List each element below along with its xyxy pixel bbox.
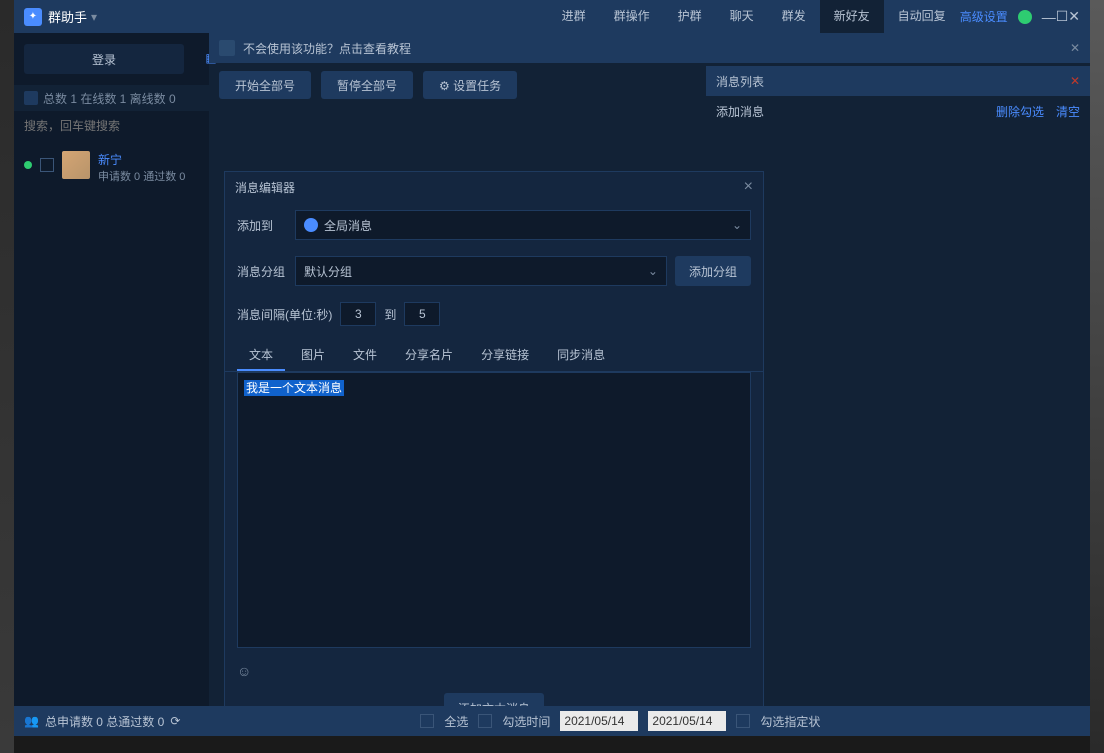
globe-icon[interactable] <box>1018 10 1032 24</box>
help-bar[interactable]: 不会使用该功能？点击查看教程 ✕ <box>209 33 1090 63</box>
emoji-row: ☺ <box>225 656 763 686</box>
interval-from-input[interactable] <box>340 302 376 326</box>
refresh-icon[interactable]: ⟳ <box>170 714 180 728</box>
advanced-settings-link[interactable]: 高级设置 <box>960 8 1008 25</box>
help-icon <box>219 40 235 56</box>
select-state-checkbox[interactable] <box>736 714 750 728</box>
add-to-label: 添加到 <box>237 217 287 234</box>
add-message-link[interactable]: 添加消息 <box>716 103 764 120</box>
message-list-close-icon[interactable]: ✕ <box>1070 74 1080 88</box>
message-list-panel: 消息列表 ✕ 添加消息 删除勾选 清空 <box>706 66 1090 126</box>
interval-to-input[interactable] <box>404 302 440 326</box>
date-from-input[interactable] <box>560 711 638 731</box>
nav-tab-2[interactable]: 护群 <box>664 0 716 33</box>
delete-selected-link[interactable]: 删除勾选 <box>996 103 1044 120</box>
search-input[interactable] <box>24 119 199 133</box>
add-to-row: 添加到 全局消息 ⌄ <box>225 202 763 248</box>
titlebar: ✦ 群助手 ▾ 进群 群操作 护群 聊天 群发 新好友 自动回复 高级设置 — … <box>14 0 1090 33</box>
account-item[interactable]: 新宁 申请数 0 通过数 0 <box>14 141 209 194</box>
sidebar: 登录 ▦ ☁ 总数 1 在线数 1 离线数 0 新宁 申请数 0 通过数 0 <box>14 33 209 736</box>
editor-close-icon[interactable]: × <box>744 178 753 196</box>
stats-text: 总数 1 在线数 1 离线数 0 <box>43 90 176 107</box>
help-text: 不会使用该功能？点击查看教程 <box>243 40 411 57</box>
online-status-icon <box>24 161 32 169</box>
account-substats: 申请数 0 通过数 0 <box>98 168 185 184</box>
message-textarea[interactable]: 我是一个文本消息 <box>237 372 751 648</box>
body-area: 登录 ▦ ☁ 总数 1 在线数 1 离线数 0 新宁 申请数 0 通过数 0 <box>14 33 1090 736</box>
user-stats-icon: 👥 <box>24 714 39 728</box>
message-editor-panel: 消息编辑器 × 添加到 全局消息 ⌄ 消息分组 默认分组 ⌄ 添加分组 <box>224 171 764 731</box>
stats-icon <box>24 91 38 105</box>
interval-row: 消息间隔(单位:秒) 到 <box>225 294 763 334</box>
editor-tab-link[interactable]: 分享链接 <box>469 340 541 371</box>
clear-link[interactable]: 清空 <box>1056 103 1080 120</box>
app-window: ✦ 群助手 ▾ 进群 群操作 护群 聊天 群发 新好友 自动回复 高级设置 — … <box>14 0 1090 736</box>
avatar <box>62 151 90 179</box>
nav-tab-6[interactable]: 自动回复 <box>884 0 960 33</box>
account-name: 新宁 <box>98 151 185 168</box>
search-bar <box>14 111 209 141</box>
bottom-bar: 👥 总申请数 0 总通过数 0 ⟳ 全选 勾选时间 勾选指定状 <box>14 706 1090 736</box>
minimize-button[interactable]: — <box>1042 9 1056 25</box>
message-list-header: 消息列表 ✕ <box>706 66 1090 96</box>
editor-tabs: 文本 图片 文件 分享名片 分享链接 同步消息 <box>225 334 763 372</box>
editor-tab-text[interactable]: 文本 <box>237 340 285 371</box>
group-select[interactable]: 默认分组 ⌄ <box>295 256 667 286</box>
message-list-toolbar: 添加消息 删除勾选 清空 <box>706 96 1090 126</box>
nav-tab-1[interactable]: 群操作 <box>600 0 664 33</box>
maximize-button[interactable]: ☐ <box>1056 8 1069 25</box>
select-time-label: 勾选时间 <box>502 713 550 730</box>
task-settings-button[interactable]: 设置任务 <box>423 71 517 99</box>
account-stats: 总数 1 在线数 1 离线数 0 <box>14 85 209 111</box>
editor-tab-image[interactable]: 图片 <box>289 340 337 371</box>
start-all-button[interactable]: 开始全部号 <box>219 71 311 99</box>
select-state-label: 勾选指定状 <box>760 713 820 730</box>
bottom-stats: 总申请数 0 总通过数 0 <box>45 713 164 730</box>
select-all-checkbox[interactable] <box>420 714 434 728</box>
chevron-down-icon: ⌄ <box>648 264 658 278</box>
nav-tab-5[interactable]: 新好友 <box>820 0 884 33</box>
editor-tab-sync[interactable]: 同步消息 <box>545 340 617 371</box>
account-checkbox[interactable] <box>40 158 54 172</box>
chevron-down-icon: ⌄ <box>732 218 742 232</box>
editor-tab-card[interactable]: 分享名片 <box>393 340 465 371</box>
select-time-checkbox[interactable] <box>478 714 492 728</box>
editor-tab-file[interactable]: 文件 <box>341 340 389 371</box>
group-label: 消息分组 <box>237 263 287 280</box>
scope-icon <box>304 218 318 232</box>
date-to-input[interactable] <box>648 711 726 731</box>
add-to-value: 全局消息 <box>324 217 372 234</box>
emoji-icon[interactable]: ☺ <box>237 663 251 679</box>
add-to-select[interactable]: 全局消息 ⌄ <box>295 210 751 240</box>
editor-header: 消息编辑器 × <box>225 172 763 202</box>
title-dropdown-icon[interactable]: ▾ <box>91 10 97 24</box>
login-section: 登录 ▦ ☁ <box>14 33 209 85</box>
group-row: 消息分组 默认分组 ⌄ 添加分组 <box>225 248 763 294</box>
nav-tab-4[interactable]: 群发 <box>768 0 820 33</box>
add-group-button[interactable]: 添加分组 <box>675 256 751 286</box>
group-value: 默认分组 <box>304 263 352 280</box>
message-list-title: 消息列表 <box>716 73 764 90</box>
nav-tab-3[interactable]: 聊天 <box>716 0 768 33</box>
pause-all-button[interactable]: 暂停全部号 <box>321 71 413 99</box>
help-close-icon[interactable]: ✕ <box>1070 41 1080 55</box>
app-icon: ✦ <box>24 8 42 26</box>
select-all-label: 全选 <box>444 713 468 730</box>
app-title: 群助手 <box>48 7 87 26</box>
interval-label: 消息间隔(单位:秒) <box>237 306 332 323</box>
textarea-content: 我是一个文本消息 <box>244 380 344 396</box>
login-button[interactable]: 登录 <box>24 44 184 74</box>
editor-title: 消息编辑器 <box>235 179 295 196</box>
interval-to-label: 到 <box>384 306 396 323</box>
nav-tab-0[interactable]: 进群 <box>548 0 600 33</box>
close-button[interactable]: ✕ <box>1068 8 1080 25</box>
